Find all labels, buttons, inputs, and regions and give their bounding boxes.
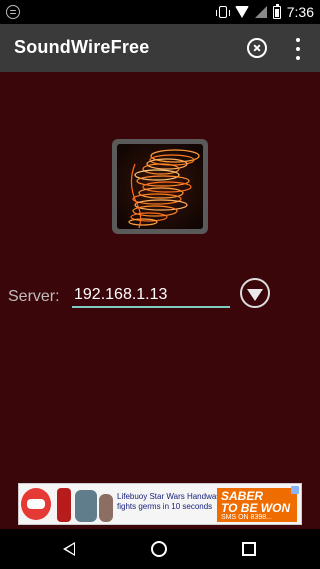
status-bar: 7:36 (0, 0, 320, 24)
server-label: Server: (8, 288, 60, 305)
dropdown-arrow-icon (247, 288, 263, 301)
menu-dot-icon (296, 47, 300, 51)
close-button[interactable] (245, 36, 269, 60)
server-address-input[interactable]: 192.168.1.13 (72, 284, 230, 308)
home-icon[interactable] (151, 541, 167, 557)
status-time: 7:36 (286, 4, 314, 20)
menu-dot-icon (296, 38, 300, 42)
ad-text-line2: fights germs in 10 seconds (117, 502, 213, 511)
ad-character-image (99, 494, 113, 522)
ad-info-icon[interactable] (291, 486, 299, 494)
vibrate-icon (215, 6, 230, 18)
spotify-icon (6, 5, 20, 19)
spiral-waves-icon (117, 144, 203, 229)
ad-character-image (57, 488, 71, 522)
lifebuoy-logo (21, 488, 51, 520)
ad-text-line1: Lifebuoy Star Wars Handwash (117, 492, 225, 501)
navigation-bar (0, 529, 320, 569)
ad-character-image (75, 490, 97, 522)
wifi-icon (234, 6, 249, 18)
ad-badge-line2: TO BE WON (221, 501, 291, 515)
signal-icon (254, 6, 267, 18)
ad-banner[interactable]: Lifebuoy Star Wars Handwash fights germs… (18, 483, 302, 525)
app-bar: SoundWireFree (0, 24, 320, 72)
back-icon[interactable] (63, 542, 75, 556)
menu-dot-icon (296, 56, 300, 60)
overflow-menu-button[interactable] (290, 38, 306, 60)
app-title: SoundWireFree (14, 37, 150, 57)
server-dropdown-button[interactable] (240, 278, 270, 308)
ad-text: Lifebuoy Star Wars Handwash fights germs… (117, 492, 225, 512)
ad-promo-badge: SABER TO BE WON SMS ON 8398... (217, 488, 297, 522)
status-icons: 7:36 (215, 3, 314, 21)
ad-badge-line3: SMS ON 8398... (221, 514, 272, 521)
battery-icon (272, 3, 281, 19)
main-panel: Server: 192.168.1.13 (0, 72, 320, 529)
recents-icon[interactable] (242, 542, 256, 556)
soundwire-logo (112, 139, 208, 234)
close-circle-icon (247, 38, 267, 58)
